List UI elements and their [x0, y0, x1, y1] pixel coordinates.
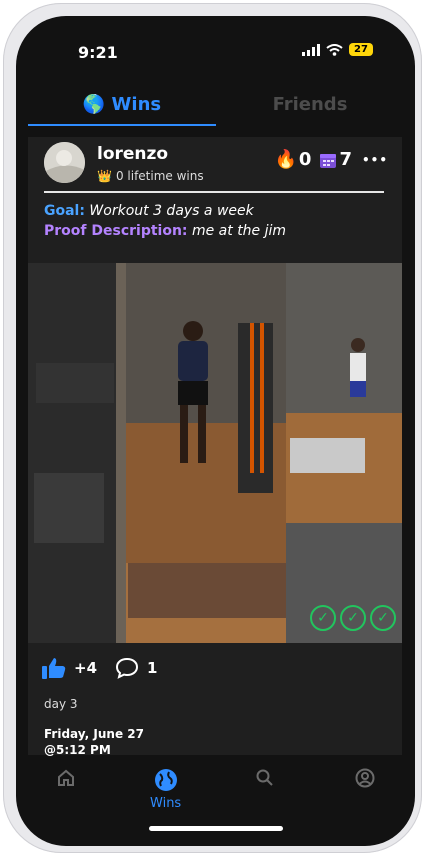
likes-count: +4 — [74, 659, 98, 677]
proof-photo[interactable]: ✓ ✓ ✓ — [28, 263, 402, 643]
post-time: @5:12 PM — [44, 743, 111, 757]
more-options-button[interactable]: ••• — [362, 153, 388, 167]
nav-search[interactable] — [235, 762, 295, 822]
gym-mirror-photo — [28, 263, 402, 643]
proof-text: me at the jim — [191, 223, 287, 239]
check-icon-2: ✓ — [340, 605, 366, 631]
thumbs-up-icon[interactable] — [42, 657, 66, 679]
comment-icon[interactable] — [115, 657, 139, 679]
phone-frame: 9:21 27 🌎 Wins Friends lorenzo 👑 0 lifet… — [3, 3, 422, 853]
status-icons: 27 — [302, 43, 373, 56]
avatar-image — [44, 142, 85, 183]
home-icon — [57, 769, 74, 786]
search-icon — [256, 769, 274, 786]
status-bar: 9:21 27 — [16, 16, 415, 76]
proof-line: Proof Description: me at the jim — [44, 223, 286, 239]
reactions-row: +4 1 — [42, 657, 157, 679]
profile-icon — [355, 768, 375, 788]
check-icon-1: ✓ — [310, 605, 336, 631]
check-icon-3: ✓ — [370, 605, 396, 631]
days-count: 7 — [339, 149, 352, 170]
bottom-nav: Wins — [16, 762, 415, 822]
goal-line: Goal: Workout 3 days a week — [44, 203, 254, 219]
goal-text: Workout 3 days a week — [89, 203, 254, 219]
header-divider — [44, 191, 384, 193]
signal-icon — [302, 43, 320, 56]
home-indicator[interactable] — [149, 826, 283, 831]
post-stats: 🔥 0 7 ••• — [275, 149, 389, 170]
comments-count: 1 — [147, 659, 158, 677]
nav-home[interactable] — [36, 762, 96, 822]
nav-profile[interactable] — [335, 762, 395, 822]
globe-icon — [154, 769, 177, 791]
check-badges: ✓ ✓ ✓ — [310, 605, 396, 631]
lifetime-wins: 👑 0 lifetime wins — [97, 169, 204, 183]
avatar[interactable] — [44, 142, 85, 183]
wifi-icon — [326, 43, 343, 56]
post-username[interactable]: lorenzo — [97, 144, 168, 164]
post-card: lorenzo 👑 0 lifetime wins 🔥 0 7 ••• Goal… — [28, 137, 402, 757]
proof-label: Proof Description: — [44, 223, 188, 239]
tab-friends[interactable]: Friends — [216, 88, 404, 126]
post-caption: day 3 — [44, 697, 78, 711]
phone-screen: 9:21 27 🌎 Wins Friends lorenzo 👑 0 lifet… — [16, 16, 415, 846]
status-time: 9:21 — [78, 43, 118, 62]
battery-icon: 27 — [349, 43, 373, 56]
post-date: Friday, June 27 — [44, 727, 144, 741]
fire-icon: 🔥 — [274, 149, 297, 170]
lifetime-wins-label: 0 lifetime wins — [115, 169, 204, 183]
top-tabs: 🌎 Wins Friends — [28, 88, 404, 126]
streak-count: 0 — [298, 149, 312, 170]
calendar-icon — [320, 153, 337, 168]
nav-wins[interactable]: Wins — [136, 762, 196, 822]
crown-icon: 👑 — [97, 169, 112, 183]
goal-label: Goal: — [44, 203, 85, 219]
tab-wins[interactable]: 🌎 Wins — [28, 88, 216, 126]
nav-wins-label: Wins — [150, 796, 182, 811]
